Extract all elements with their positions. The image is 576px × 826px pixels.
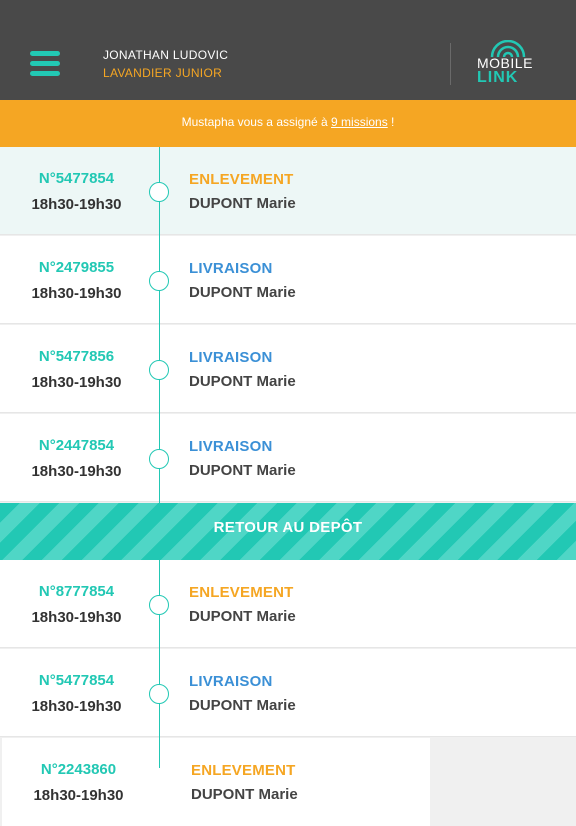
mission-type: LIVRAISON xyxy=(189,673,273,690)
mission-client: DUPONT Marie xyxy=(191,786,298,803)
hamburger-menu-icon[interactable] xyxy=(30,51,60,77)
menu-bar xyxy=(30,71,60,76)
mission-number: N°5477854 xyxy=(38,170,115,187)
logo-text-link: LINK xyxy=(477,69,519,86)
mission-type: ENLEVEMENT xyxy=(189,171,294,188)
timeline-dot-icon xyxy=(149,360,169,380)
mission-row[interactable]: N°5477854 18h30-19h30 ENLEVEMENT DUPONT … xyxy=(0,147,576,235)
mission-time: 18h30-19h30 xyxy=(31,463,122,480)
timeline-dot-icon xyxy=(149,595,169,615)
banner-text-prefix: Mustapha vous a assigné à xyxy=(181,115,332,129)
mission-time: 18h30-19h30 xyxy=(31,374,122,391)
mission-type: ENLEVEMENT xyxy=(189,584,294,601)
menu-bar xyxy=(30,51,60,56)
mission-row[interactable]: N°2447854 18h30-19h30 LIVRAISON DUPONT M… xyxy=(0,414,576,502)
mission-client: DUPONT Marie xyxy=(189,697,296,714)
mission-row[interactable]: N°2243860 18h30-19h30 ENLEVEMENT DUPONT … xyxy=(2,738,430,826)
timeline-dot-icon xyxy=(149,684,169,704)
mission-number: N°2243860 xyxy=(40,761,117,778)
menu-bar xyxy=(30,61,60,66)
timeline-line xyxy=(159,560,160,768)
mission-row[interactable]: N°5477856 18h30-19h30 LIVRAISON DUPONT M… xyxy=(0,325,576,413)
app-header: JONATHAN LUDOVIC LAVANDIER JUNIOR MOBILE… xyxy=(0,0,576,100)
mission-row[interactable]: N°8777854 18h30-19h30 ENLEVEMENT DUPONT … xyxy=(0,560,576,648)
mission-client: DUPONT Marie xyxy=(189,284,296,301)
mission-number: N°2447854 xyxy=(38,437,115,454)
mission-client: DUPONT Marie xyxy=(189,195,296,212)
mission-time: 18h30-19h30 xyxy=(31,698,122,715)
missions-link[interactable]: 9 missions xyxy=(331,115,388,129)
mission-client: DUPONT Marie xyxy=(189,608,296,625)
return-to-depot-banner: RETOUR AU DEPÔT xyxy=(0,503,576,560)
header-divider xyxy=(450,43,451,85)
mission-row[interactable]: N°5477854 18h30-19h30 LIVRAISON DUPONT M… xyxy=(0,649,576,737)
mission-number: N°5477856 xyxy=(38,348,115,365)
mission-client: DUPONT Marie xyxy=(189,373,296,390)
user-role: LAVANDIER JUNIOR xyxy=(103,66,223,80)
timeline-dot-icon xyxy=(149,449,169,469)
mission-time: 18h30-19h30 xyxy=(33,787,124,804)
mission-number: N°2479855 xyxy=(38,259,115,276)
mission-client: DUPONT Marie xyxy=(189,462,296,479)
user-name: JONATHAN LUDOVIC xyxy=(103,48,229,62)
mission-type: ENLEVEMENT xyxy=(191,762,296,779)
mission-time: 18h30-19h30 xyxy=(31,609,122,626)
assignment-banner: Mustapha vous a assigné à 9 missions ! xyxy=(0,100,576,147)
mission-number: N°8777854 xyxy=(38,583,115,600)
mission-row[interactable]: N°2479855 18h30-19h30 LIVRAISON DUPONT M… xyxy=(0,236,576,324)
mission-type: LIVRAISON xyxy=(189,438,273,455)
mission-time: 18h30-19h30 xyxy=(31,285,122,302)
missions-list: N°5477854 18h30-19h30 ENLEVEMENT DUPONT … xyxy=(0,147,576,826)
mobile-link-logo: MOBILE LINK xyxy=(472,40,544,88)
mission-number: N°5477854 xyxy=(38,672,115,689)
timeline-dot-icon xyxy=(149,271,169,291)
mission-type: LIVRAISON xyxy=(189,260,273,277)
mission-type: LIVRAISON xyxy=(189,349,273,366)
banner-text-suffix: ! xyxy=(387,115,395,129)
timeline-dot-icon xyxy=(149,182,169,202)
mission-time: 18h30-19h30 xyxy=(31,196,122,213)
